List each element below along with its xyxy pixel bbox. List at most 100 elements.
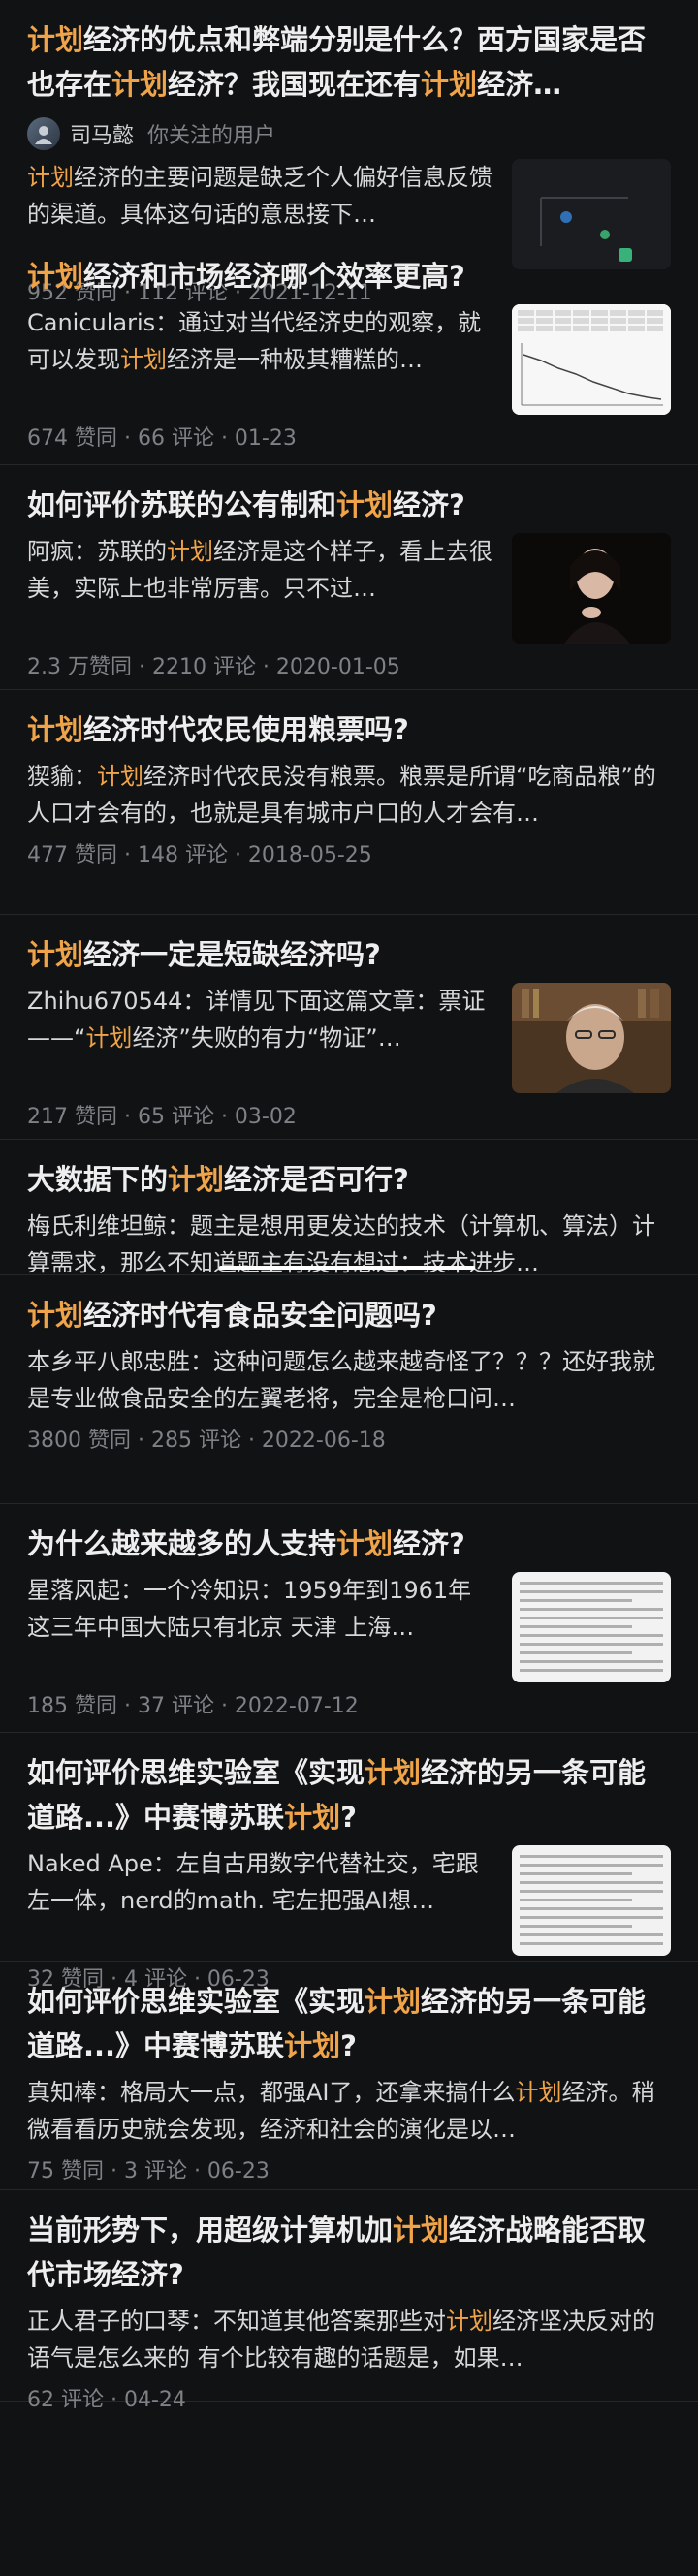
result-title[interactable]: 计划经济的优点和弊端分别是什么？西方国家是否也存在计划经济？我国现在还有计划经济… bbox=[27, 17, 671, 107]
result-card[interactable]: 如何评价思维实验室《实现计划经济的另一条可能道路...》中赛博苏联计划? Nake… bbox=[0, 1733, 698, 1992]
title-text: 经济时代农民使用粮票吗? bbox=[83, 713, 409, 746]
result-card[interactable]: 大数据下的计划经济是否可行? 梅氏利维坦鲸：题主是想用更发达的技术（计算机、算法）… bbox=[0, 1140, 698, 1276]
document-line bbox=[520, 1881, 663, 1884]
title-keyword-highlight: 计划 bbox=[393, 2214, 450, 2246]
title-text: 大数据下的 bbox=[27, 1163, 169, 1196]
title-keyword-highlight: 计划 bbox=[168, 1163, 225, 1196]
result-body: 阿疯：苏联的计划经济是这个样子，看上去很美，实际上也非常厉害。只不过… bbox=[27, 533, 671, 644]
result-excerpt[interactable]: 猰貐：计划经济时代农民没有粮票。粮票是所谓“吃商品粮”的人口才会有的，也就是具有… bbox=[27, 758, 671, 832]
result-excerpt[interactable]: Zhihu670544：详情见下面这篇文章：票证——“计划经济”失败的有力“物证… bbox=[27, 983, 494, 1056]
thumbnail-document[interactable] bbox=[512, 1845, 671, 1956]
result-card[interactable]: 当前形势下，用超级计算机加计划经济战略能否取代市场经济? 正人君子的口琴：不知道其… bbox=[0, 2190, 698, 2412]
title-text: 为什么越来越多的人支持 bbox=[27, 1527, 337, 1560]
excerpt-keyword-highlight: 计划 bbox=[515, 2079, 562, 2106]
result-excerpt[interactable]: Canicularis：通过对当代经济史的观察，就可以发现计划经济是一种极其糟糕… bbox=[27, 304, 494, 378]
result-title[interactable]: 计划经济时代农民使用粮票吗? bbox=[27, 707, 671, 752]
thumbnail-chart[interactable] bbox=[512, 304, 671, 415]
result-body: Zhihu670544：详情见下面这篇文章：票证——“计划经济”失败的有力“物证… bbox=[27, 983, 671, 1093]
excerpt-keyword-highlight: 计划 bbox=[27, 164, 74, 191]
result-body: 星落风起：一个冷知识：1959年到1961年这三年中国大陆只有北京 天津 上海… bbox=[27, 1572, 671, 1682]
title-text: 如何评价思维实验室《实现 bbox=[27, 1756, 365, 1789]
title-text: 经济… bbox=[477, 68, 562, 101]
title-text: 经济？我国现在还有 bbox=[168, 68, 422, 101]
result-body: 猰貐：计划经济时代农民没有粮票。粮票是所谓“吃商品粮”的人口才会有的，也就是具有… bbox=[27, 758, 671, 832]
result-excerpt[interactable]: 真知棒：格局大一点，都强AI了，还拿来搞什么计划经济。稍微看看历史就会发现，经济… bbox=[27, 2074, 671, 2148]
result-title[interactable]: 计划经济和市场经济哪个效率更高? bbox=[27, 254, 671, 298]
result-card[interactable]: 计划经济和市场经济哪个效率更高? Canicularis：通过对当代经济史的观察，… bbox=[0, 236, 698, 465]
title-text: 经济是否可行? bbox=[224, 1163, 409, 1196]
title-keyword-highlight: 计划 bbox=[336, 488, 394, 521]
thumbnail-photo[interactable] bbox=[512, 983, 671, 1093]
document-line bbox=[520, 1899, 632, 1901]
title-text: 如何评价思维实验室《实现 bbox=[27, 1985, 365, 2018]
document-line bbox=[520, 1582, 663, 1585]
thumbnail-document[interactable] bbox=[512, 1572, 671, 1682]
document-line bbox=[520, 1907, 663, 1910]
excerpt-text: 猰貐： bbox=[27, 763, 97, 790]
document-line bbox=[520, 1933, 663, 1936]
excerpt-keyword-highlight: 计划 bbox=[446, 2308, 492, 2335]
result-card[interactable]: 如何评价思维实验室《实现计划经济的另一条可能道路...》中赛博苏联计划? 真知棒：… bbox=[0, 1962, 698, 2190]
title-keyword-highlight: 计划 bbox=[27, 1299, 84, 1332]
result-card[interactable]: 计划经济的优点和弊端分别是什么？西方国家是否也存在计划经济？我国现在还有计划经济… bbox=[0, 0, 698, 305]
result-meta: 3800 赞同 · 285 评论 · 2022-06-18 bbox=[27, 1429, 386, 1453]
title-keyword-highlight: 计划 bbox=[27, 938, 84, 971]
result-excerpt[interactable]: 正人君子的口琴：不知道其他答案那些对计划经济坚决反对的语气是怎么来的 有个比较有… bbox=[27, 2303, 671, 2376]
author-name[interactable]: 司马懿 bbox=[70, 118, 134, 149]
title-text: 当前形势下，用超级计算机加 bbox=[27, 2214, 394, 2246]
result-title[interactable]: 当前形势下，用超级计算机加计划经济战略能否取代市场经济? bbox=[27, 2208, 671, 2297]
result-excerpt[interactable]: 计划经济的主要问题是缺乏个人偏好信息反馈的渠道。具体这句话的意思接下… bbox=[27, 159, 494, 233]
document-line bbox=[520, 1669, 663, 1672]
result-excerpt[interactable]: Naked Ape：左自古用数字代替社交，宅跟左一体，nerd的math. 宅左… bbox=[27, 1845, 494, 1919]
document-line bbox=[520, 1942, 663, 1945]
excerpt-text: 真知棒：格局大一点，都强AI了，还拿来搞什么 bbox=[27, 2079, 516, 2106]
avatar[interactable] bbox=[27, 117, 60, 150]
result-body: 本乡平八郎忠胜：这种问题怎么越来越奇怪了？？？还好我就是专业做食品安全的左翼老将… bbox=[27, 1343, 671, 1417]
title-keyword-highlight: 计划 bbox=[27, 713, 84, 746]
document-line bbox=[520, 1599, 632, 1602]
document-line bbox=[520, 1916, 663, 1919]
result-title[interactable]: 计划经济时代有食品安全问题吗? bbox=[27, 1293, 671, 1337]
result-excerpt[interactable]: 本乡平八郎忠胜：这种问题怎么越来越奇怪了？？？还好我就是专业做食品安全的左翼老将… bbox=[27, 1343, 671, 1417]
result-title[interactable]: 如何评价思维实验室《实现计划经济的另一条可能道路...》中赛博苏联计划? bbox=[27, 1750, 671, 1839]
result-card[interactable]: 如何评价苏联的公有制和计划经济? 阿疯：苏联的计划经济是这个样子，看上去很美，实际… bbox=[0, 465, 698, 690]
result-body: Naked Ape：左自古用数字代替社交，宅跟左一体，nerd的math. 宅左… bbox=[27, 1845, 671, 1956]
title-keyword-highlight: 计划 bbox=[111, 68, 169, 101]
excerpt-keyword-highlight: 计划 bbox=[85, 1024, 133, 1052]
excerpt-text: 正人君子的口琴：不知道其他答案那些对 bbox=[27, 2308, 446, 2335]
document-line bbox=[520, 1660, 663, 1663]
result-title[interactable]: 如何评价思维实验室《实现计划经济的另一条可能道路...》中赛博苏联计划? bbox=[27, 1979, 671, 2068]
document-line bbox=[520, 1625, 632, 1628]
user-icon bbox=[35, 126, 52, 144]
title-text: 经济时代有食品安全问题吗? bbox=[83, 1299, 437, 1332]
result-card[interactable]: 计划经济一定是短缺经济吗? Zhihu670544：详情见下面这篇文章：票证——“… bbox=[0, 915, 698, 1140]
document-line bbox=[520, 1634, 663, 1637]
author-row[interactable]: 司马懿 你关注的用户 bbox=[27, 114, 671, 153]
document-line bbox=[520, 1590, 663, 1593]
title-text: ? bbox=[340, 1801, 357, 1834]
title-text: 经济一定是短缺经济吗? bbox=[83, 938, 381, 971]
title-keyword-highlight: 计划 bbox=[336, 1527, 394, 1560]
result-title[interactable]: 计划经济一定是短缺经济吗? bbox=[27, 932, 671, 977]
thumbnail-photo[interactable] bbox=[512, 533, 671, 644]
document-line bbox=[520, 1890, 663, 1893]
result-title[interactable]: 大数据下的计划经济是否可行? bbox=[27, 1157, 671, 1202]
result-meta: 62 评论 · 04-24 bbox=[27, 2388, 186, 2412]
excerpt-keyword-highlight: 计划 bbox=[120, 346, 167, 373]
title-text: 如何评价苏联的公有制和 bbox=[27, 488, 337, 521]
document-line bbox=[520, 1651, 632, 1654]
result-title[interactable]: 为什么越来越多的人支持计划经济? bbox=[27, 1522, 671, 1566]
title-keyword-highlight: 计划 bbox=[365, 1756, 422, 1789]
title-text: 经济? bbox=[393, 488, 465, 521]
result-title[interactable]: 如何评价苏联的公有制和计划经济? bbox=[27, 483, 671, 527]
result-excerpt[interactable]: 阿疯：苏联的计划经济是这个样子，看上去很美，实际上也非常厉害。只不过… bbox=[27, 533, 494, 607]
result-card[interactable]: 计划经济时代农民使用粮票吗? 猰貐：计划经济时代农民没有粮票。粮票是所谓“吃商品粮… bbox=[0, 690, 698, 915]
result-card[interactable]: 计划经济时代有食品安全问题吗? 本乡平八郎忠胜：这种问题怎么越来越奇怪了？？？还好… bbox=[0, 1275, 698, 1504]
result-excerpt[interactable]: 梅氏利维坦鲸：题主是想用更发达的技术（计算机、算法）计算需求，那么不知道题主有没… bbox=[27, 1208, 671, 1281]
excerpt-text: Naked Ape：左自古用数字代替社交，宅跟左一体，nerd的math. 宅左… bbox=[27, 1850, 479, 1914]
result-card[interactable]: 为什么越来越多的人支持计划经济? 星落风起：一个冷知识：1959年到1961年这三… bbox=[0, 1504, 698, 1733]
result-excerpt[interactable]: 星落风起：一个冷知识：1959年到1961年这三年中国大陆只有北京 天津 上海… bbox=[27, 1572, 494, 1646]
excerpt-keyword-highlight: 计划 bbox=[97, 763, 143, 790]
document-line bbox=[520, 1864, 663, 1867]
document-line bbox=[520, 1925, 632, 1928]
